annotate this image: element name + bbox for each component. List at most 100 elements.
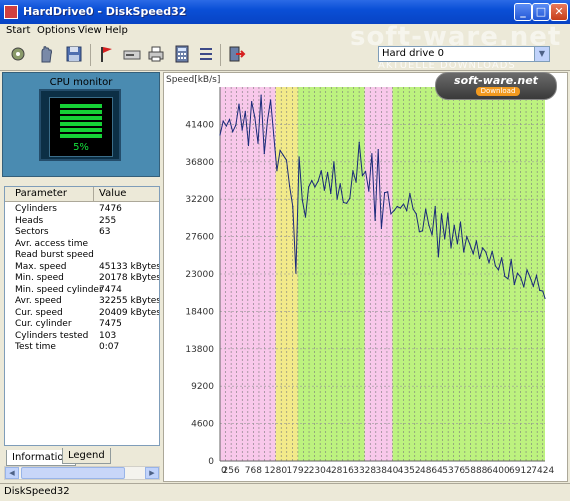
data-point [516,272,519,274]
disk-settings-icon[interactable] [8,44,28,64]
value-cell: 0:07 [99,342,120,352]
parameter-cell: Avr. access time [15,238,89,249]
column-divider[interactable] [93,187,94,201]
data-point [532,285,534,287]
data-point [526,269,528,271]
data-point [314,186,316,188]
data-point [383,192,386,194]
data-point [301,199,303,201]
scroll-right-icon[interactable]: ▶ [145,467,159,479]
data-point [304,216,307,218]
scroll-left-icon[interactable]: ◀ [5,467,19,479]
column-header-parameter[interactable]: Parameter [15,188,67,199]
data-point [263,153,265,155]
exit-icon[interactable] [226,44,246,64]
list-icon[interactable] [196,44,216,64]
parameter-cell: Cylinders [15,204,57,214]
data-point [235,124,237,126]
data-point [219,134,221,136]
data-point [270,99,272,101]
minimize-button[interactable]: _ [514,3,532,21]
x-tick-label: 3840 [375,466,398,476]
data-point [456,243,458,245]
panel-tabs: Information Legend [4,448,160,466]
data-point [406,209,408,212]
data-point [507,278,509,280]
x-tick-label: 7424 [531,466,554,476]
data-point [421,230,424,232]
value-cell: 7476 [99,204,122,214]
data-point [415,213,417,215]
data-point [488,262,490,264]
x-tick-label: 2304 [309,466,332,476]
menu-help[interactable]: Help [105,25,128,36]
print-icon[interactable] [146,44,166,64]
data-point [437,256,439,258]
flag-icon[interactable] [96,44,116,64]
table-header: Parameter Value [5,187,159,202]
value-cell: 7475 [99,319,122,329]
hand-icon[interactable] [36,44,56,64]
data-point [402,203,405,205]
toolbar-separator [220,44,221,66]
table-row: Cylinders tested 103 [5,331,159,342]
logo-download-label: Download [476,87,520,96]
data-point [440,213,443,215]
scroll-thumb[interactable] [21,467,125,479]
y-tick-label: 18400 [185,307,214,317]
y-tick-label: 27600 [185,233,214,243]
menu-options[interactable]: Options [37,25,76,36]
data-point [320,170,322,172]
data-point [355,181,357,183]
data-point [228,118,231,121]
save-icon[interactable] [64,44,84,64]
x-tick-label: 3328 [353,466,376,476]
value-cell: 7474 [99,284,122,295]
title-bar: HardDrive0 - DiskSpeed32 _ □ ✕ [0,0,570,24]
data-point [279,149,281,152]
value-cell: 255 [99,215,117,226]
speed-chart-svg: 0 4600 9200 13800 18400 23000 27600 32200 36800 4… [166,75,554,476]
data-point [491,250,493,252]
drive-select[interactable]: Hard drive 0 ▼ [378,46,550,62]
tab-legend[interactable]: Legend [62,448,111,464]
calculator-icon[interactable] [172,44,192,64]
maximize-button[interactable]: □ [532,3,550,21]
x-tick-label: 2816 [331,466,354,476]
data-point [478,257,481,260]
data-point [425,208,427,210]
data-point [409,192,411,195]
data-point [345,202,348,204]
column-header-value[interactable]: Value [99,188,126,199]
menu-view[interactable]: View [78,25,102,36]
data-point [469,244,471,246]
x-tick-label: 5888 [465,466,488,476]
drive-icon[interactable] [122,44,142,64]
data-point [380,227,383,230]
app-icon [4,5,18,19]
table-row: Min. speed cylinder 7474 [5,285,159,296]
data-point [247,144,250,147]
value-cell: 20409 kBytes/s [99,307,160,318]
data-point [254,116,256,118]
data-point [520,276,522,278]
data-point [466,236,468,238]
x-tick-label: 4352 [398,466,421,476]
x-tick-label: 6912 [509,466,532,476]
value-cell: 20178 kBytes/s [99,273,160,283]
horizontal-scrollbar[interactable]: ◀ ▶ [4,466,160,480]
chevron-down-icon[interactable]: ▼ [534,47,549,61]
data-point [317,180,319,182]
data-point [225,125,227,127]
data-point [434,205,436,208]
data-point [371,153,373,155]
data-point [273,135,275,137]
close-button[interactable]: ✕ [550,3,568,21]
data-point [307,186,310,188]
data-point [377,149,379,151]
menu-start[interactable]: Start [6,25,30,36]
data-point [393,209,395,212]
table-row: Sectors 63 [5,227,159,238]
x-tick-label: 5376 [442,466,465,476]
cpu-bar [60,110,102,114]
